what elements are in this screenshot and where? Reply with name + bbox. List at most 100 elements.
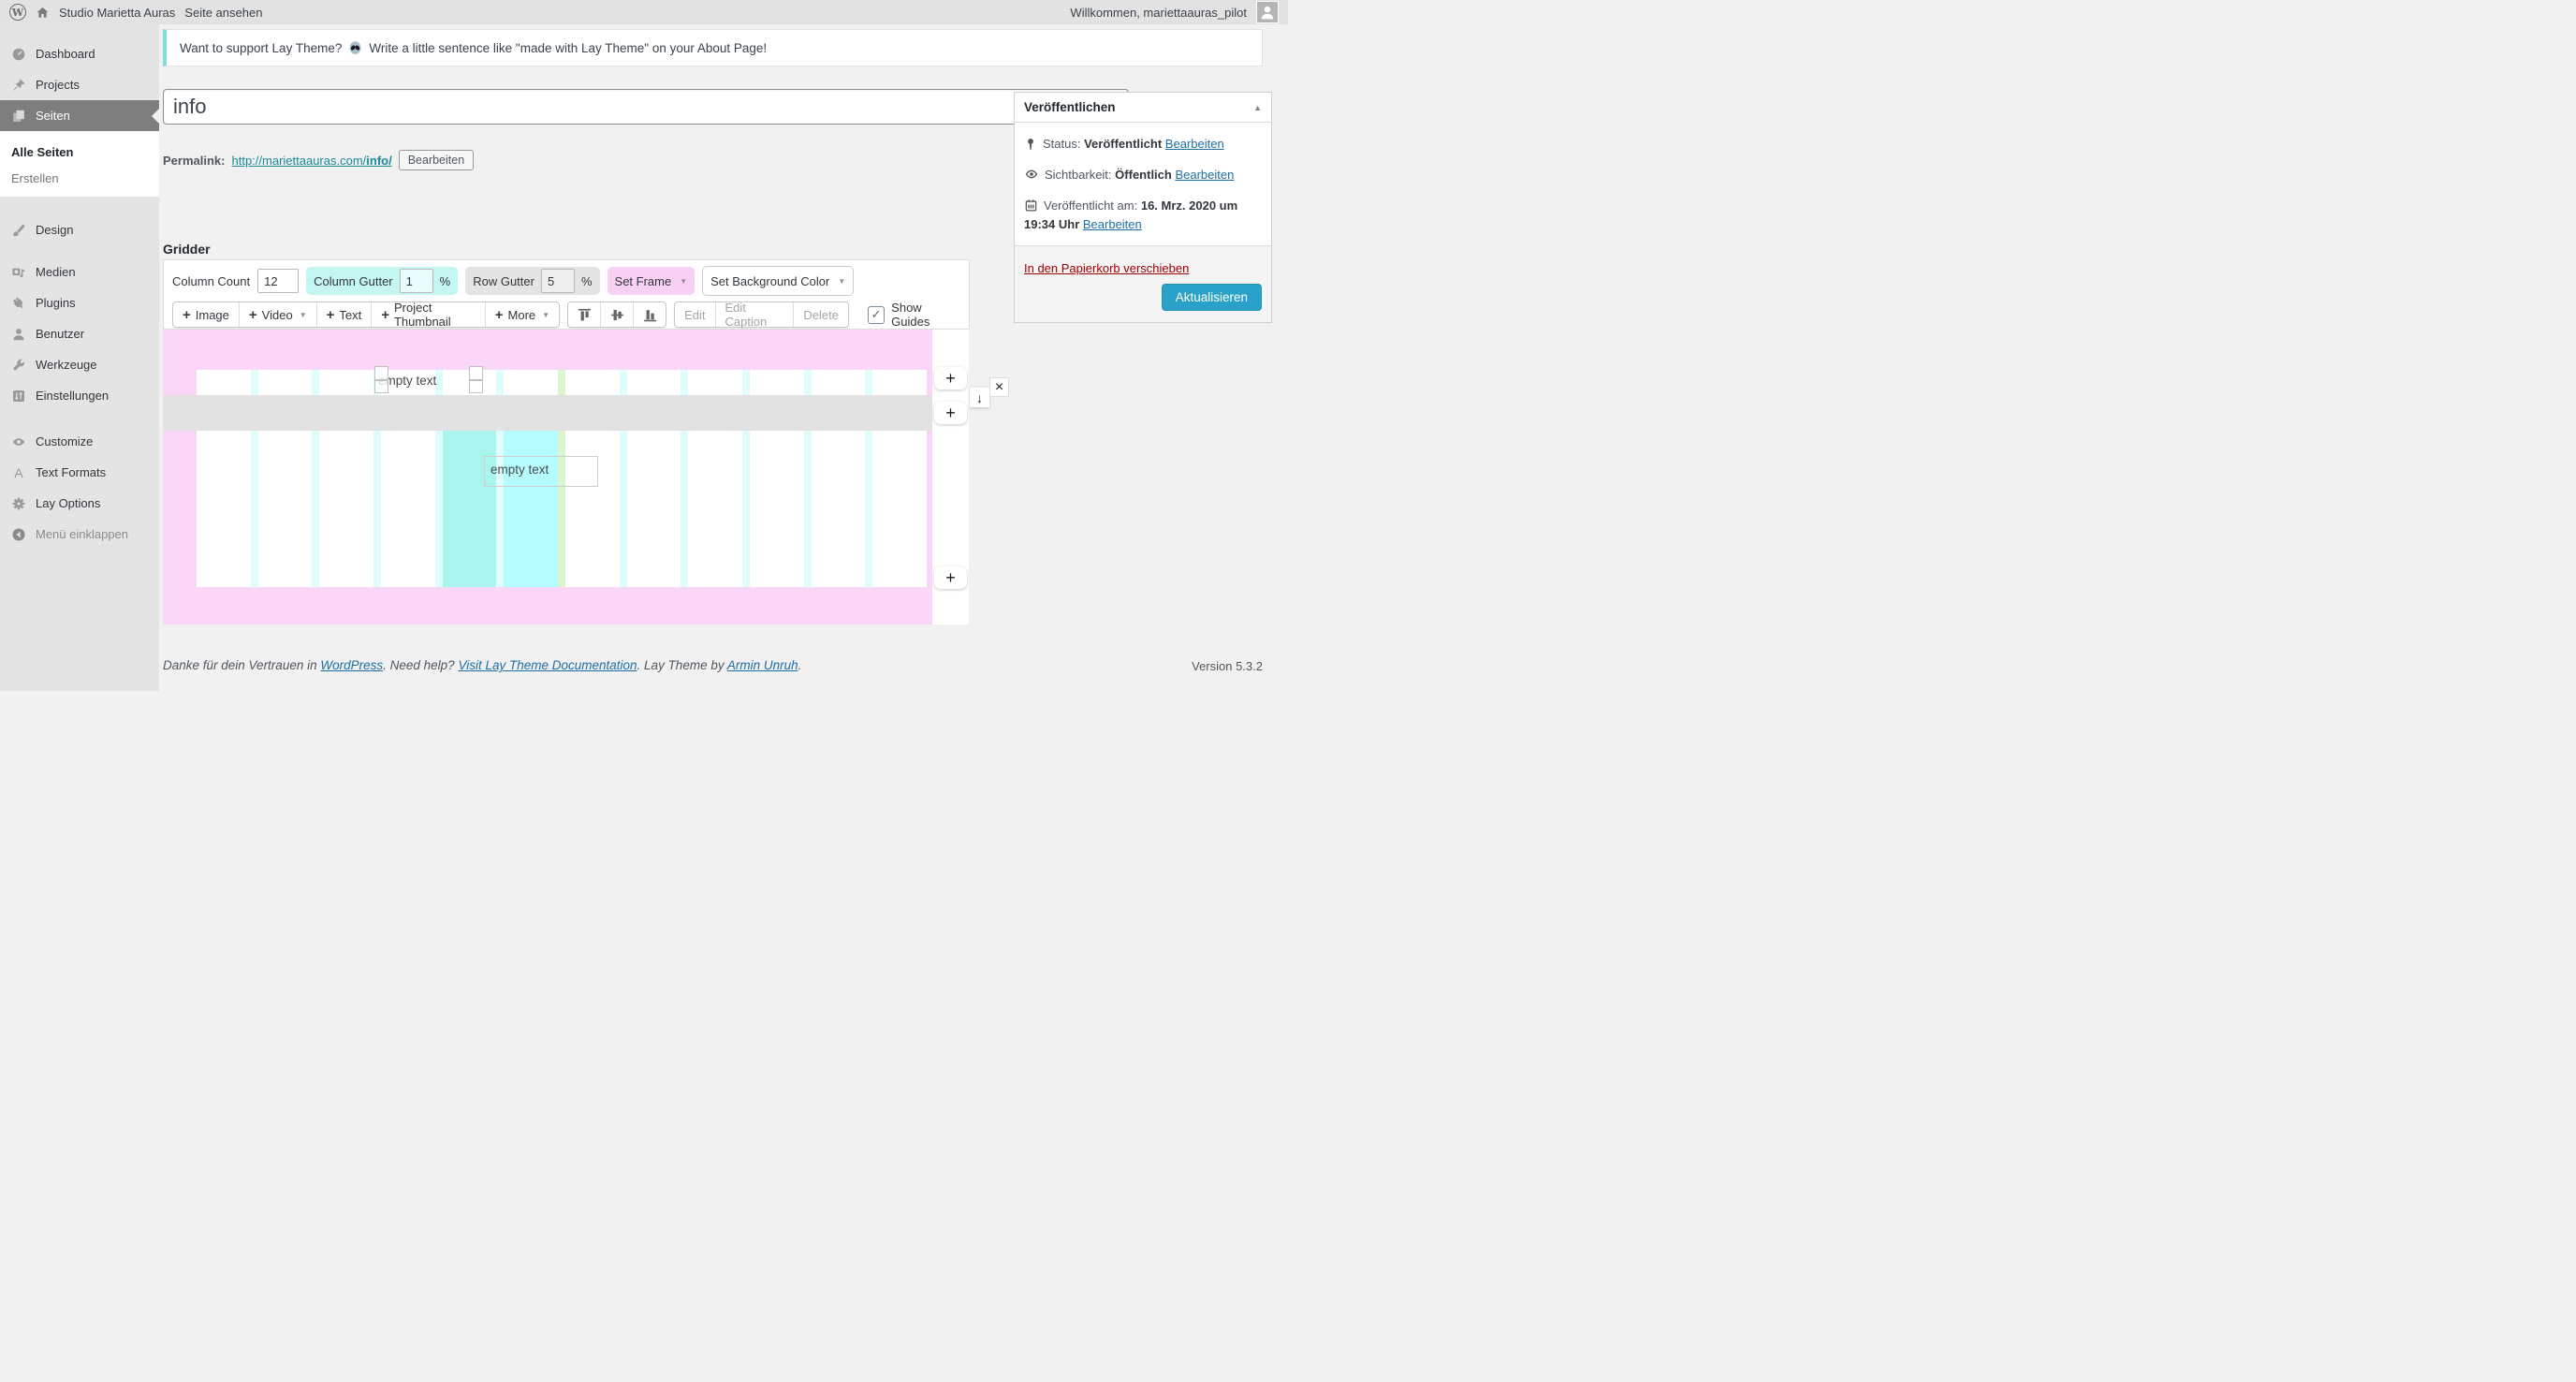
grid-column[interactable] — [258, 431, 313, 587]
wordpress-link[interactable]: WordPress — [320, 658, 383, 672]
edit-button[interactable]: Edit — [675, 302, 715, 327]
add-row-button-2[interactable]: + — [934, 402, 967, 424]
eye-icon — [11, 434, 26, 449]
handle-cell[interactable] — [374, 380, 388, 394]
sidebar-item-plugins[interactable]: Plugins — [0, 287, 159, 318]
column-count-input[interactable] — [257, 269, 299, 293]
grid-column[interactable] — [627, 431, 681, 587]
grid-column[interactable] — [750, 370, 804, 395]
checkbox-checked-icon[interactable]: ✓ — [868, 306, 885, 324]
set-background-color-button[interactable]: Set Background Color ▼ — [702, 266, 854, 296]
avatar[interactable] — [1256, 1, 1279, 23]
version-text: Version 5.3.2 — [1192, 659, 1263, 673]
caret-down-icon: ▼ — [680, 277, 687, 286]
gridder-canvas[interactable]: empty text empty text + + + — [163, 330, 969, 625]
handle-cell[interactable] — [469, 380, 483, 394]
column-gutter — [742, 370, 750, 395]
page-title-input[interactable] — [163, 89, 1129, 125]
grid-column[interactable] — [381, 431, 435, 587]
grid-column[interactable] — [504, 370, 558, 395]
sidebar-item-seiten[interactable]: Seiten — [0, 100, 159, 131]
move-to-trash-link[interactable]: In den Papierkorb verschieben — [1024, 261, 1189, 275]
publish-panel-header[interactable]: Veröffentlichen ▲ — [1015, 93, 1271, 123]
handle-cell[interactable] — [374, 366, 388, 380]
show-guides-toggle[interactable]: ✓ Show Guides — [868, 301, 960, 329]
text-element-2[interactable]: empty text — [484, 456, 598, 487]
set-frame-button[interactable]: Set Frame ▼ — [607, 267, 695, 295]
resize-handle-left[interactable] — [374, 366, 388, 393]
add-text-button[interactable]: + Text — [317, 302, 373, 327]
handle-cell[interactable] — [469, 366, 483, 380]
sidebar-item-benutzer[interactable]: Benutzer — [0, 318, 159, 349]
view-page-link[interactable]: Seite ansehen — [184, 6, 262, 20]
grid-column[interactable] — [319, 431, 373, 587]
sidebar-item-text-formats[interactable]: A Text Formats — [0, 457, 159, 488]
update-button[interactable]: Aktualisieren — [1162, 284, 1262, 311]
grid-column[interactable] — [627, 370, 681, 395]
sidebar-item-medien[interactable]: Medien — [0, 257, 159, 287]
add-project-thumbnail-button[interactable]: + Project Thumbnail — [372, 302, 486, 327]
delete-row-button[interactable]: × — [989, 377, 1009, 397]
grid-column[interactable] — [688, 370, 742, 395]
grid-column[interactable] — [872, 431, 927, 587]
edit-status-link[interactable]: Bearbeiten — [1165, 137, 1224, 151]
grid-column[interactable] — [565, 431, 620, 587]
sidebar-item-alle-seiten[interactable]: Alle Seiten — [11, 139, 159, 165]
collapse-icon — [11, 527, 26, 542]
grid-column[interactable] — [688, 431, 742, 587]
site-name-link[interactable]: Studio Marietta Auras — [59, 6, 175, 20]
grid-column[interactable] — [258, 370, 313, 395]
sidebar-item-dashboard[interactable]: Dashboard — [0, 38, 159, 69]
column-gutter-input[interactable] — [400, 269, 433, 293]
add-video-button[interactable]: + Video ▼ — [240, 302, 317, 327]
home-icon[interactable] — [36, 6, 50, 20]
author-link[interactable]: Armin Unruh — [727, 658, 798, 672]
edit-caption-button[interactable]: Edit Caption — [716, 302, 795, 327]
sidebar-item-projects[interactable]: Projects — [0, 69, 159, 100]
add-more-button[interactable]: + More ▼ — [486, 302, 559, 327]
row-gutter-input[interactable] — [541, 269, 575, 293]
add-image-button[interactable]: + Image — [173, 302, 240, 327]
admin-footer-text: Danke für dein Vertrauen in WordPress. N… — [163, 658, 801, 672]
add-row-button-1[interactable]: + — [934, 367, 967, 390]
align-top-button[interactable] — [568, 302, 601, 327]
sidebar-item-collapse-menu[interactable]: Menü einklappen — [0, 519, 159, 550]
sidebar-item-design[interactable]: Design — [0, 214, 159, 245]
column-gutter — [620, 370, 627, 395]
align-button-group — [567, 301, 666, 328]
move-row-down-button[interactable]: ↓ — [970, 388, 989, 407]
footer-suffix: . — [798, 658, 802, 672]
column-gutter — [251, 370, 258, 395]
notice-text-suffix: Write a little sentence like "made with … — [369, 41, 767, 55]
sidebar-item-werkzeuge[interactable]: Werkzeuge — [0, 349, 159, 380]
edit-published-link[interactable]: Bearbeiten — [1083, 217, 1142, 231]
delete-button[interactable]: Delete — [794, 302, 848, 327]
grid-column[interactable] — [197, 431, 251, 587]
grid-column[interactable] — [565, 370, 620, 395]
grid-column-selected[interactable] — [504, 431, 558, 587]
collapse-up-icon[interactable]: ▲ — [1253, 103, 1262, 112]
grid-column[interactable] — [812, 431, 866, 587]
align-bottom-button[interactable] — [634, 302, 666, 327]
wordpress-logo-icon[interactable]: W — [9, 4, 26, 21]
grid-column[interactable] — [750, 431, 804, 587]
show-guides-label: Show Guides — [891, 301, 960, 329]
align-middle-button[interactable] — [601, 302, 634, 327]
user-greeting[interactable]: Willkommen, mariettaauras_pilot — [1070, 6, 1247, 20]
grid-column[interactable] — [812, 370, 866, 395]
sidebar-item-lay-options[interactable]: Lay Options — [0, 488, 159, 519]
permalink-link[interactable]: http://mariettaauras.com/info/ — [231, 154, 391, 168]
grid-column[interactable] — [872, 370, 927, 395]
resize-handle-right[interactable] — [469, 366, 483, 393]
lay-theme-docs-link[interactable]: Visit Lay Theme Documentation — [458, 658, 637, 672]
sidebar-item-customize[interactable]: Customize — [0, 426, 159, 457]
grid-column[interactable] — [197, 370, 251, 395]
sidebar-item-erstellen[interactable]: Erstellen — [11, 165, 159, 191]
edit-visibility-link[interactable]: Bearbeiten — [1175, 168, 1234, 182]
permalink-edit-button[interactable]: Bearbeiten — [399, 150, 474, 170]
grid-column-selected[interactable] — [443, 431, 497, 587]
sidebar-item-einstellungen[interactable]: Einstellungen — [0, 380, 159, 411]
add-row-button-3[interactable]: + — [934, 566, 967, 589]
grid-column[interactable] — [319, 370, 373, 395]
pushpin-icon — [11, 78, 26, 93]
